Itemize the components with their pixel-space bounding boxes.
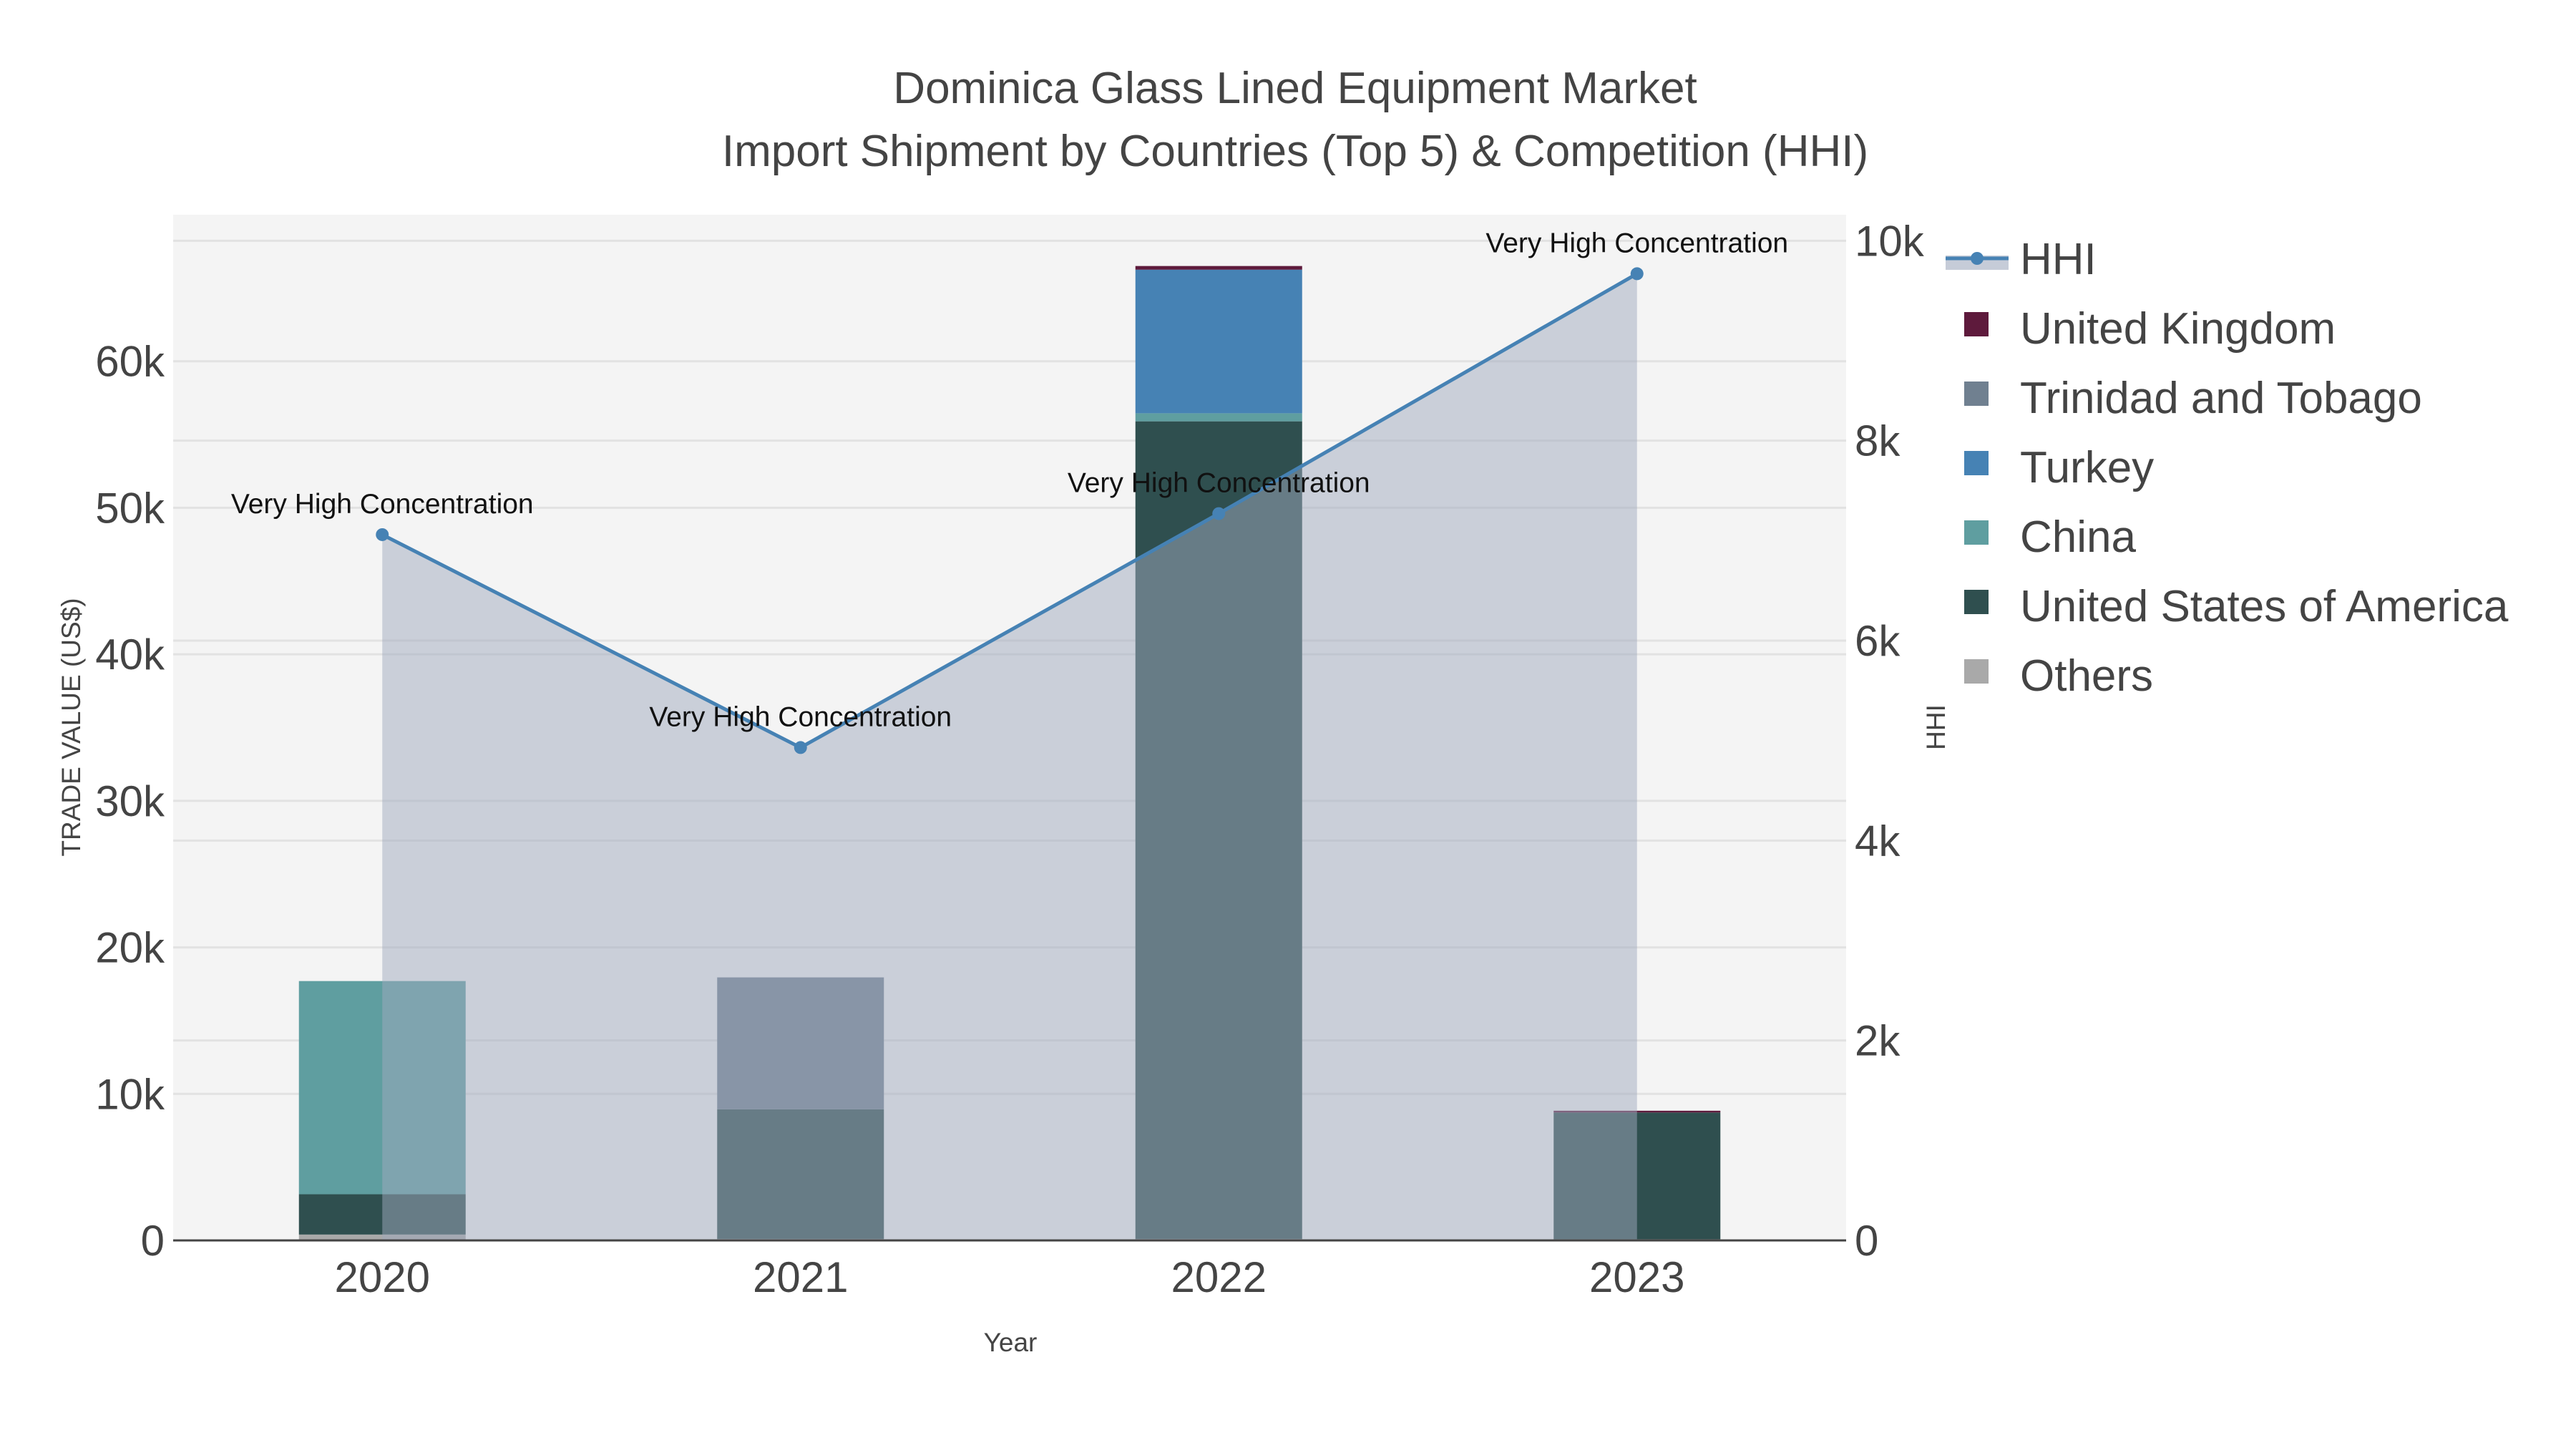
legend-swatch [1964, 520, 1989, 545]
hhi-point [794, 741, 807, 754]
hhi-point [1630, 267, 1644, 281]
y2-tick-label: 4k [1855, 817, 1901, 865]
chart-subtitle: Import Shipment by Countries (Top 5) & C… [722, 127, 1868, 176]
x-axis-title: Year [984, 1328, 1038, 1357]
legend-hhi-marker [1971, 252, 1984, 265]
legend-swatch [1964, 451, 1989, 475]
legend-label: Trinidad and Tobago [2020, 374, 2422, 423]
y2-tick-label: 10k [1855, 217, 1925, 265]
y-tick-label: 0 [141, 1217, 165, 1265]
legend-item[interactable]: United States of America [1964, 582, 2509, 631]
hhi-annotation: Very High Concentration [1068, 468, 1370, 499]
y2-tick-label: 2k [1855, 1017, 1901, 1065]
legend-swatch [1964, 659, 1989, 684]
x-tick-label: 2020 [335, 1253, 430, 1301]
legend-swatch [1964, 312, 1989, 336]
y2-axis-title: HHI [1921, 704, 1951, 750]
x-tick-label: 2022 [1171, 1253, 1267, 1301]
hhi-point [1212, 507, 1226, 520]
legend-label: Turkey [2020, 443, 2154, 492]
bar-turkey [1135, 269, 1302, 414]
legend-item[interactable]: Trinidad and Tobago [1964, 374, 2422, 423]
legend-item[interactable]: United Kingdom [1964, 304, 2336, 354]
y-tick-label: 40k [95, 631, 165, 679]
bar-china [1135, 413, 1302, 422]
x-tick-label: 2023 [1589, 1253, 1684, 1301]
hhi-annotation: Very High Concentration [1485, 228, 1788, 258]
legend-swatch [1964, 590, 1989, 614]
legend-label: China [2020, 512, 2137, 562]
y-tick-label: 30k [95, 777, 165, 825]
legend-label: United States of America [2020, 582, 2509, 631]
y2-tick-label: 6k [1855, 617, 1901, 665]
legend-label: HHI [2020, 235, 2097, 284]
bar-united-kingdom [1135, 266, 1302, 270]
y2-tick-label: 0 [1855, 1217, 1878, 1265]
y-tick-label: 60k [95, 338, 165, 386]
legend-label: Others [2020, 651, 2153, 701]
y-tick-label: 50k [95, 484, 165, 532]
y-axis-title: TRADE VALUE (US$) [57, 598, 86, 856]
legend-label: United Kingdom [2020, 304, 2336, 354]
chart: Dominica Glass Lined Equipment Market Im… [0, 0, 2576, 1449]
chart-title: Dominica Glass Lined Equipment Market [893, 64, 1697, 113]
x-tick-label: 2021 [753, 1253, 848, 1301]
hhi-annotation: Very High Concentration [649, 701, 952, 732]
hhi-annotation: Very High Concentration [231, 489, 534, 520]
y2-tick-label: 8k [1855, 417, 1901, 465]
y-tick-label: 20k [95, 924, 165, 972]
hhi-point [376, 528, 389, 541]
legend-swatch [1964, 382, 1989, 406]
y-tick-label: 10k [95, 1070, 165, 1118]
